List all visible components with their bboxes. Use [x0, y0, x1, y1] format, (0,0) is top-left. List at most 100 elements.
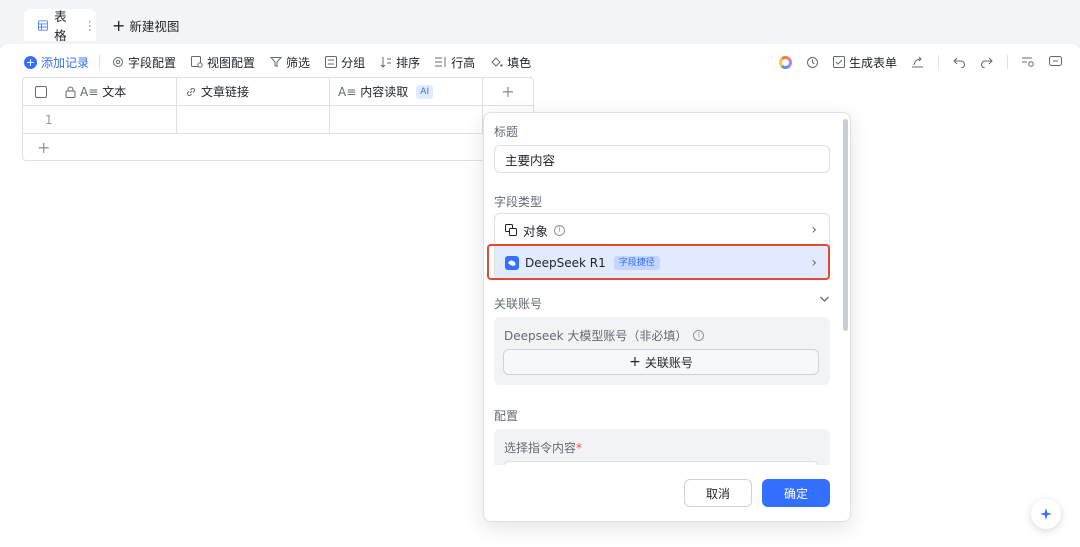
toolbar-right-divider: [938, 55, 939, 69]
grid-view-icon: [38, 19, 49, 31]
info-icon[interactable]: i: [554, 224, 566, 236]
field-config-button[interactable]: 字段配置: [112, 54, 176, 71]
required-marker: *: [576, 441, 583, 455]
toolbar-right-divider-2: [1007, 55, 1008, 69]
field-type-deepseek-option[interactable]: DeepSeek R1 字段捷径 ›: [495, 246, 829, 278]
field-edit-panel: 标题 主要内容 字段类型 对象 i › DeepSeek R1 字段捷径 › 关…: [483, 112, 851, 522]
toolbar: + 添加记录 字段配置 视图配置 筛选 分组 排序 行高 填色 生成表单: [24, 50, 1062, 74]
data-grid: A≡ 文本 文章链接 A≡ 内容读取 AI + 1 +: [22, 77, 534, 161]
group-button[interactable]: 分组: [325, 54, 365, 71]
field-shortcut-tag: 字段捷径: [613, 256, 660, 270]
add-column-button[interactable]: +: [483, 78, 533, 105]
chevron-right-icon: ›: [811, 255, 817, 271]
title-label: 标题: [494, 125, 519, 139]
text-field-icon: A≡: [338, 84, 357, 99]
view-config-button[interactable]: 视图配置: [191, 54, 255, 71]
table-row[interactable]: 1: [23, 106, 533, 134]
account-title: Deepseek 大模型账号（非必填） i: [504, 327, 705, 344]
field-type-deepseek-label: DeepSeek R1: [525, 256, 606, 270]
filter-icon: [270, 57, 283, 68]
text-field-icon: A≡: [80, 84, 99, 99]
undo-icon[interactable]: [953, 56, 966, 68]
sort-label: 排序: [396, 55, 421, 70]
linked-account-box: Deepseek 大模型账号（非必填） i + 关联账号: [494, 317, 830, 385]
column-header-label: 文本: [102, 85, 127, 99]
share-icon[interactable]: [911, 56, 924, 68]
table-cell[interactable]: [177, 106, 330, 133]
plus-icon: +: [112, 15, 126, 35]
instruction-content-text: 选择指令内容: [504, 441, 577, 455]
view-config-label: 视图配置: [207, 55, 256, 70]
sort-button[interactable]: 排序: [380, 54, 420, 71]
field-type-selector: 对象 i › DeepSeek R1 字段捷径 ›: [494, 213, 830, 279]
add-row-button[interactable]: +: [23, 134, 533, 160]
view-settings-icon: [191, 56, 203, 68]
chevron-right-icon: ›: [811, 222, 817, 238]
fill-color-button[interactable]: 填色: [490, 54, 531, 71]
search-records-icon[interactable]: [1022, 56, 1035, 68]
table-cell[interactable]: [330, 106, 483, 133]
title-input[interactable]: 主要内容: [494, 145, 830, 173]
instruction-content-label: 选择指令内容*: [504, 439, 582, 456]
field-type-label: 字段类型: [494, 195, 543, 209]
select-all-checkbox[interactable]: [35, 85, 47, 98]
new-view-button[interactable]: + 新建视图: [112, 9, 179, 41]
panel-scrollbar[interactable]: [843, 119, 848, 331]
row-height-button[interactable]: 行高: [435, 54, 475, 71]
chevron-down-icon: [820, 296, 829, 302]
grid-header-row: A≡ 文本 文章链接 A≡ 内容读取 AI +: [23, 78, 533, 106]
table-cell[interactable]: 1: [23, 106, 177, 133]
account-title-text: Deepseek 大模型账号（非必填）: [504, 329, 688, 343]
fill-color-label: 填色: [507, 55, 532, 70]
add-record-label: 添加记录: [41, 55, 90, 70]
ai-assistant-icon[interactable]: [778, 55, 792, 69]
row-height-icon: [435, 57, 446, 67]
group-icon: [325, 56, 338, 68]
gear-icon: [113, 57, 124, 67]
filter-button[interactable]: 筛选: [270, 54, 310, 71]
toolbar-right: 生成表单: [778, 50, 1062, 74]
form-icon: [832, 56, 845, 68]
info-icon[interactable]: i: [693, 330, 705, 341]
column-header-content-read[interactable]: A≡ 内容读取 AI: [330, 78, 483, 105]
cancel-button[interactable]: 取消: [684, 479, 752, 507]
plus-icon: +: [629, 354, 641, 370]
tab-more-icon[interactable]: ⋮: [84, 18, 97, 33]
paint-bucket-icon: [491, 57, 503, 67]
group-label: 分组: [341, 55, 366, 70]
object-icon: [505, 224, 517, 236]
linked-account-section-header[interactable]: 关联账号: [494, 295, 830, 312]
tab-grid-view[interactable]: 表格 ⋮: [24, 9, 97, 43]
field-config-label: 字段配置: [128, 55, 177, 70]
column-header-text[interactable]: A≡ 文本: [23, 78, 177, 105]
link-icon: [186, 87, 196, 96]
sparkle-icon: [1040, 508, 1052, 520]
sort-icon: [380, 57, 392, 68]
field-type-object-option[interactable]: 对象 i ›: [495, 214, 829, 246]
generate-form-label: 生成表单: [848, 55, 897, 70]
filter-label: 筛选: [286, 55, 311, 70]
plus-circle-icon: +: [24, 55, 37, 69]
history-icon[interactable]: [806, 56, 819, 69]
panel-footer: 取消 确定: [484, 465, 850, 521]
tab-grid-view-label: 表格: [54, 9, 67, 43]
ai-sparkle-button[interactable]: [1031, 499, 1061, 529]
link-account-button[interactable]: + 关联账号: [503, 349, 819, 375]
lock-icon: [65, 86, 76, 98]
deepseek-icon: [505, 256, 519, 270]
view-tab-bar: 表格 ⋮ + 新建视图: [0, 0, 1080, 44]
row-height-label: 行高: [451, 55, 476, 70]
linked-account-label: 关联账号: [494, 297, 543, 311]
column-header-article-link[interactable]: 文章链接: [177, 78, 330, 105]
new-view-label: 新建视图: [129, 18, 180, 34]
column-header-label: 文章链接: [201, 85, 250, 99]
toolbar-divider: [99, 55, 101, 69]
add-record-button[interactable]: + 添加记录: [24, 54, 89, 71]
redo-icon[interactable]: [980, 56, 993, 68]
comment-icon[interactable]: [1049, 56, 1062, 68]
link-account-label: 关联账号: [644, 355, 693, 370]
ai-badge: AI: [416, 84, 434, 99]
config-label: 配置: [494, 409, 519, 423]
confirm-button[interactable]: 确定: [762, 479, 830, 507]
generate-form-button[interactable]: 生成表单: [832, 54, 897, 71]
